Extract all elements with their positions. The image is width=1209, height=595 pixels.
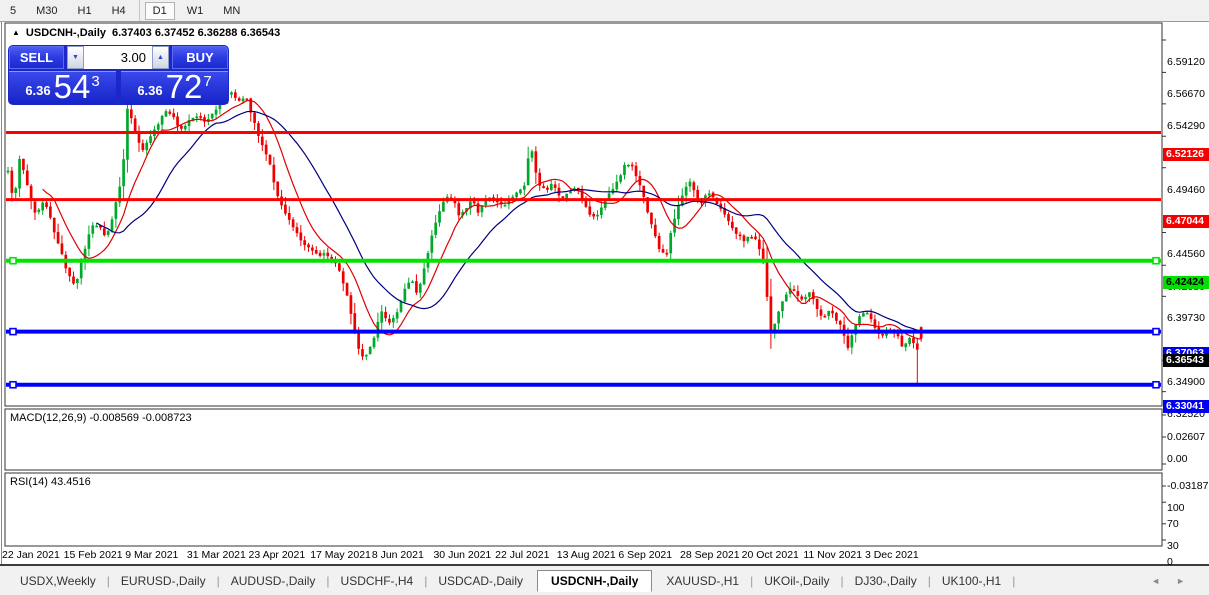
date-axis-label: 23 Apr 2021	[248, 549, 306, 561]
chart-symbol-period: USDCNH-,Daily	[25, 27, 106, 39]
timeframe-button-h4[interactable]: H4	[104, 2, 134, 20]
buy-price-main: 72	[165, 67, 203, 105]
chart-tab-usdcnh[interactable]: USDCNH-,Daily	[537, 569, 653, 592]
date-axis-label: 11 Nov 2021	[803, 549, 863, 561]
date-axis-label: 15 Feb 2021	[63, 549, 123, 561]
triangle-up-icon: ▲	[157, 54, 164, 61]
rsi-axis-tick: 30	[1167, 539, 1179, 552]
buy-price-box[interactable]: 6.36 72 7	[121, 67, 228, 105]
date-axis-label: 6 Sep 2021	[618, 549, 673, 561]
date-axis-label: 30 Jun 2021	[433, 549, 492, 561]
date-axis-label: 3 Dec 2021	[864, 549, 919, 561]
sell-price-box[interactable]: 6.36 54 3	[9, 67, 116, 105]
macd-axis-tick: 0.00	[1167, 453, 1188, 465]
chart-tab-usdx[interactable]: USDX,Weekly	[10, 571, 106, 591]
sell-price-prefix: 6.36	[25, 83, 51, 98]
timeframe-button-h1[interactable]: H1	[70, 2, 100, 20]
level-price-badge: 6.47044	[1163, 215, 1209, 229]
macd-indicator-label: MACD(12,26,9) -0.008569 -0.008723	[10, 412, 192, 424]
buy-button[interactable]: BUY	[172, 46, 228, 69]
timeframe-button-5[interactable]: 5	[2, 2, 24, 20]
date-axis-label: 28 Sep 2021	[680, 549, 740, 561]
date-axis-label: 20 Oct 2021	[741, 549, 799, 561]
date-axis-label: 31 Mar 2021	[186, 549, 246, 561]
tab-scroll-right-icon[interactable]: ►	[1176, 576, 1185, 586]
macd-axis-tick: 0.02607	[1167, 431, 1205, 443]
timeframe-button-d1[interactable]: D1	[144, 1, 175, 20]
chart-tab-usdchf[interactable]: USDCHF-,H4	[331, 571, 424, 591]
level-price-badge: 6.42424	[1163, 276, 1209, 290]
price-axis-tick: 6.59120	[1167, 56, 1205, 68]
volume-decrease-button[interactable]: ▼	[67, 46, 84, 69]
chart-tab-eurusd[interactable]: EURUSD-,Daily	[111, 571, 216, 591]
rsi-indicator-label: RSI(14) 43.4516	[10, 476, 91, 488]
rsi-axis-tick: 70	[1167, 518, 1179, 531]
triangle-down-icon: ▼	[72, 54, 79, 61]
chart-tab-uk100[interactable]: UK100-,H1	[932, 571, 1011, 591]
level-price-badge: 6.52126	[1163, 147, 1209, 161]
date-axis-label: 13 Aug 2021	[556, 549, 616, 561]
date-axis-label: 22 Jul 2021	[495, 549, 550, 561]
one-click-trade-panel: SELL ▼ ▲ BUY 6.36 54 3 6.36 72 7	[8, 45, 229, 105]
timeframe-button-mn[interactable]: MN	[215, 2, 248, 20]
price-axis-tick: 6.49460	[1167, 183, 1205, 196]
buy-price-prefix: 6.36	[137, 83, 163, 98]
timeframe-toolbar: 5 M30 H1 H4 D1 W1 MN	[0, 0, 1209, 22]
sell-button[interactable]: SELL	[9, 46, 64, 69]
chart-tab-ukoil[interactable]: UKOil-,Daily	[754, 571, 839, 591]
tab-separator: |	[1012, 573, 1016, 588]
timeframe-button-m30[interactable]: M30	[28, 2, 65, 20]
price-axis-tick: 6.54290	[1167, 119, 1205, 132]
symbol-collapse-icon[interactable]: ▲	[12, 29, 20, 37]
toolbar-separator	[138, 0, 140, 21]
macd-axis-tick: -0.03187	[1167, 480, 1209, 492]
date-axis-label: 8 Jun 2021	[371, 549, 424, 561]
tab-scroll-left-icon[interactable]: ◄	[1151, 576, 1160, 586]
price-axis-tick: 6.39730	[1167, 312, 1205, 325]
chart-tab-bar: USDX,Weekly | EURUSD-,Daily | AUDUSD-,Daily |…	[0, 564, 1209, 595]
chart-title-bar: ▲ USDCNH-,Daily 6.37403 6.37452 6.36288 …	[12, 27, 280, 39]
level-price-badge: 6.33041	[1163, 400, 1209, 414]
price-axis-tick: 6.44560	[1167, 248, 1205, 261]
volume-input[interactable]	[84, 46, 152, 69]
date-axis-label: 9 Mar 2021	[125, 549, 179, 561]
last-price-badge: 6.36543	[1163, 353, 1209, 367]
volume-increase-button[interactable]: ▲	[152, 46, 169, 69]
date-axis-label: 22 Jan 2021	[2, 549, 60, 561]
rsi-axis-tick: 0	[1167, 556, 1173, 568]
chart-ohlc-values: 6.37403 6.37452 6.36288 6.36543	[112, 27, 281, 39]
price-axis-tick: 6.56670	[1167, 88, 1205, 101]
chart-tab-xauusd[interactable]: XAUUSD-,H1	[656, 571, 749, 591]
chart-tab-audusd[interactable]: AUDUSD-,Daily	[221, 571, 326, 591]
sell-price-main: 54	[53, 67, 91, 105]
price-axis-tick: 6.34900	[1167, 376, 1205, 389]
buy-price-pip: 7	[203, 73, 212, 90]
chart-tab-usdcad[interactable]: USDCAD-,Daily	[428, 571, 533, 591]
date-axis-label: 17 May 2021	[310, 549, 371, 561]
sell-price-pip: 3	[91, 73, 100, 90]
rsi-axis-tick: 100	[1167, 502, 1185, 514]
timeframe-button-w1[interactable]: W1	[179, 2, 212, 20]
chart-tab-dj30[interactable]: DJ30-,Daily	[845, 571, 927, 591]
